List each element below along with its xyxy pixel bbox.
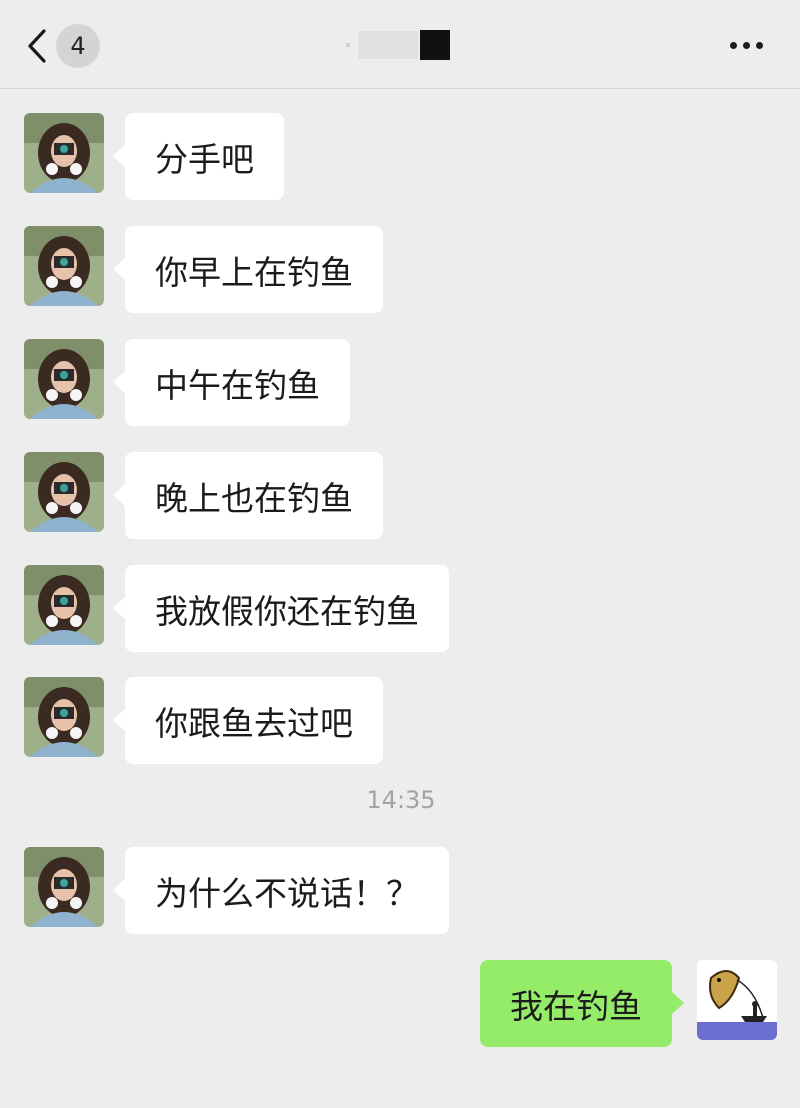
unread-count-badge: 4 bbox=[56, 24, 100, 68]
my-message-bubble[interactable]: 我在钓鱼 bbox=[480, 960, 684, 1047]
contact-avatar[interactable] bbox=[24, 565, 104, 645]
back-button[interactable]: 4 bbox=[26, 24, 116, 68]
contact-avatar[interactable] bbox=[24, 847, 104, 927]
contact-avatar[interactable] bbox=[24, 339, 104, 419]
message-bubble[interactable]: 晚上也在钓鱼 bbox=[113, 452, 383, 539]
message-bubble[interactable]: 中午在钓鱼 bbox=[113, 339, 350, 426]
message-bubble[interactable]: 我放假你还在钓鱼 bbox=[113, 565, 449, 652]
my-avatar[interactable] bbox=[697, 960, 777, 1040]
more-dots-icon bbox=[729, 41, 737, 49]
more-button[interactable] bbox=[722, 30, 770, 60]
chat-header: 4 bbox=[0, 0, 800, 89]
timestamp-text: 14:35 bbox=[366, 786, 436, 814]
message-bubble[interactable]: 分手吧 bbox=[113, 113, 284, 200]
contact-avatar[interactable] bbox=[24, 677, 104, 757]
message-bubble[interactable]: 你跟鱼去过吧 bbox=[113, 677, 383, 764]
message-bubble[interactable]: 为什么不说话！？ bbox=[113, 847, 449, 934]
contact-avatar[interactable] bbox=[24, 113, 104, 193]
message-timestamp: 14:35 bbox=[0, 786, 800, 814]
chat-title-redacted bbox=[340, 29, 452, 61]
message-bubble[interactable]: 你早上在钓鱼 bbox=[113, 226, 383, 313]
chevron-left-icon bbox=[28, 29, 46, 63]
contact-avatar[interactable] bbox=[24, 226, 104, 306]
contact-avatar[interactable] bbox=[24, 452, 104, 532]
